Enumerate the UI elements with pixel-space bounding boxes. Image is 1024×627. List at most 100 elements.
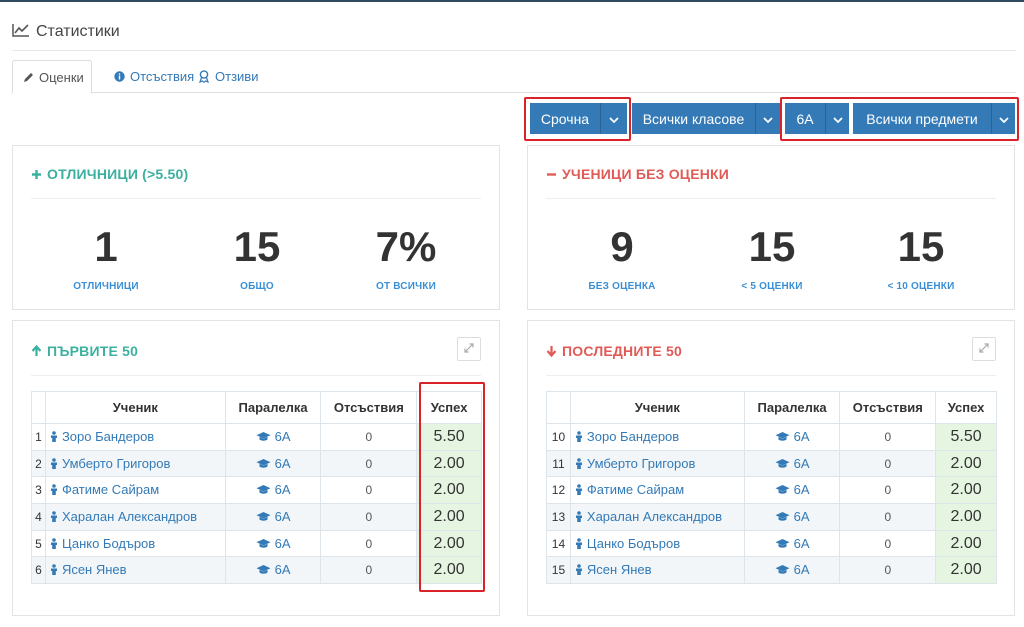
student-name: Зоро Бандеров bbox=[586, 428, 680, 444]
subjects-filter-toggle[interactable] bbox=[991, 103, 1015, 134]
graduation-cap-icon bbox=[256, 483, 271, 498]
class-link[interactable]: 6А bbox=[743, 556, 841, 585]
stat-label: ОТ ВСИЧКИ bbox=[375, 281, 437, 292]
tab-grades[interactable]: Оценки bbox=[12, 60, 92, 94]
row-index: 2 bbox=[31, 449, 46, 478]
class-filter-toggle[interactable] bbox=[825, 103, 849, 134]
chevron-down-icon bbox=[609, 111, 619, 127]
class-link[interactable]: 6А bbox=[224, 529, 322, 558]
class-link[interactable]: 6А bbox=[743, 503, 841, 531]
panel-title-text: ОТЛИЧНИЦИ (>5.50) bbox=[47, 166, 189, 182]
col-class[interactable]: Паралелка bbox=[224, 391, 322, 424]
grade-value: 2.00 bbox=[416, 449, 482, 478]
classes-filter-toggle[interactable] bbox=[755, 103, 780, 134]
term-filter-button[interactable]: Срочна bbox=[530, 103, 600, 134]
class-name: 6А bbox=[274, 455, 291, 471]
student-link[interactable]: Цанко Бодъров bbox=[569, 529, 745, 558]
student-link[interactable]: Ясен Янев bbox=[569, 556, 745, 585]
col-success[interactable]: Успех bbox=[935, 391, 997, 424]
grade-value: 2.00 bbox=[935, 449, 997, 478]
table-row: 5 Цанко Бодъров 6А 0 2.00 bbox=[31, 529, 482, 558]
title-divider bbox=[12, 50, 1016, 51]
col-absences[interactable]: Отсъствия bbox=[839, 391, 937, 424]
absences-value: 0 bbox=[839, 556, 937, 585]
stat-label: < 10 ОЦЕНКИ bbox=[887, 281, 955, 292]
line-chart-icon bbox=[12, 23, 36, 42]
table-row: 11 Умберто Григоров 6А 0 2.00 bbox=[546, 449, 997, 478]
student-link[interactable]: Харалан Александров bbox=[44, 503, 226, 531]
col-student[interactable]: Ученик bbox=[569, 391, 745, 424]
class-link[interactable]: 6А bbox=[743, 449, 841, 478]
panel-divider bbox=[31, 198, 481, 199]
chevron-down-icon bbox=[998, 111, 1009, 127]
stat-excellent: 1 ОТЛИЧНИЦИ bbox=[31, 221, 181, 292]
row-index: 12 bbox=[546, 476, 571, 505]
graduation-cap-icon bbox=[775, 563, 790, 578]
absences-value: 0 bbox=[320, 476, 418, 505]
grade-value: 2.00 bbox=[935, 529, 997, 558]
class-link[interactable]: 6А bbox=[224, 449, 322, 478]
class-link[interactable]: 6А bbox=[224, 556, 322, 585]
student-link[interactable]: Ясен Янев bbox=[44, 556, 226, 585]
classes-filter-button[interactable]: Всички класове bbox=[632, 103, 755, 134]
expand-icon bbox=[979, 340, 989, 358]
student-name: Умберто Григоров bbox=[61, 455, 171, 471]
chevron-down-icon bbox=[763, 111, 773, 127]
class-link[interactable]: 6А bbox=[743, 476, 841, 505]
graduation-cap-icon bbox=[775, 430, 790, 445]
col-absences[interactable]: Отсъствия bbox=[320, 391, 418, 424]
user-icon bbox=[575, 457, 583, 472]
class-link[interactable]: 6А bbox=[743, 529, 841, 558]
last-50-table: Ученик Паралелка Отсъствия Успех 10 Зоро … bbox=[546, 391, 997, 585]
col-class[interactable]: Паралелка bbox=[743, 391, 841, 424]
student-link[interactable]: Цанко Бодъров bbox=[44, 529, 226, 558]
student-link[interactable]: Умберто Григоров bbox=[44, 449, 226, 478]
stat-no-grade: 9 БЕЗ ОЦЕНКА bbox=[547, 221, 697, 292]
table-row: 10 Зоро Бандеров 6А 0 5.50 bbox=[546, 423, 997, 451]
panel-divider bbox=[546, 198, 996, 199]
class-filter-button[interactable]: 6А bbox=[785, 103, 825, 134]
chevron-down-icon bbox=[832, 111, 843, 127]
tab-absences[interactable]: Отсъствия bbox=[102, 60, 202, 93]
user-icon bbox=[50, 510, 58, 525]
panel-divider bbox=[31, 375, 481, 376]
class-link[interactable]: 6А bbox=[224, 423, 322, 451]
student-link[interactable]: Фатиме Сайрам bbox=[44, 476, 226, 505]
classes-filter-dropdown: Всички класове bbox=[632, 103, 780, 134]
row-index: 14 bbox=[546, 529, 571, 558]
student-link[interactable]: Харалан Александров bbox=[569, 503, 745, 531]
expand-button[interactable] bbox=[457, 337, 481, 361]
absences-value: 0 bbox=[839, 503, 937, 531]
class-link[interactable]: 6А bbox=[224, 476, 322, 505]
table-row: 6 Ясен Янев 6А 0 2.00 bbox=[31, 556, 482, 585]
student-link[interactable]: Зоро Бандеров bbox=[569, 423, 745, 451]
table-row: 2 Умберто Григоров 6А 0 2.00 bbox=[31, 449, 482, 478]
col-student[interactable]: Ученик bbox=[44, 391, 226, 424]
class-link[interactable]: 6А bbox=[743, 423, 841, 451]
grade-value: 2.00 bbox=[935, 503, 997, 531]
student-link[interactable]: Умберто Григоров bbox=[569, 449, 745, 478]
tab-label: Оценки bbox=[39, 69, 84, 85]
user-icon bbox=[50, 563, 58, 578]
student-link[interactable]: Зоро Бандеров bbox=[44, 423, 226, 451]
tab-reviews[interactable]: Отзиви bbox=[198, 60, 278, 93]
award-icon bbox=[198, 70, 210, 83]
class-name: 6А bbox=[274, 482, 291, 498]
absences-value: 0 bbox=[320, 529, 418, 558]
no-grade-panel: УЧЕНИЦИ БЕЗ ОЦЕНКИ 9 БЕЗ ОЦЕНКА 15 < 5 О… bbox=[527, 145, 1015, 310]
class-link[interactable]: 6А bbox=[224, 503, 322, 531]
arrow-up-icon bbox=[31, 345, 42, 357]
expand-icon bbox=[464, 340, 474, 358]
col-index bbox=[31, 391, 46, 424]
class-name: 6А bbox=[793, 535, 810, 551]
term-filter-toggle[interactable] bbox=[600, 103, 627, 134]
student-link[interactable]: Фатиме Сайрам bbox=[569, 476, 745, 505]
grade-value: 5.50 bbox=[935, 423, 997, 451]
student-name: Фатиме Сайрам bbox=[586, 482, 685, 498]
row-index: 11 bbox=[546, 449, 571, 478]
col-success[interactable]: Успех bbox=[416, 391, 482, 424]
info-circle-icon bbox=[114, 71, 125, 82]
panel-title: ОТЛИЧНИЦИ (>5.50) bbox=[31, 166, 188, 182]
subjects-filter-button[interactable]: Всички предмети bbox=[853, 103, 991, 134]
expand-button[interactable] bbox=[972, 337, 996, 361]
